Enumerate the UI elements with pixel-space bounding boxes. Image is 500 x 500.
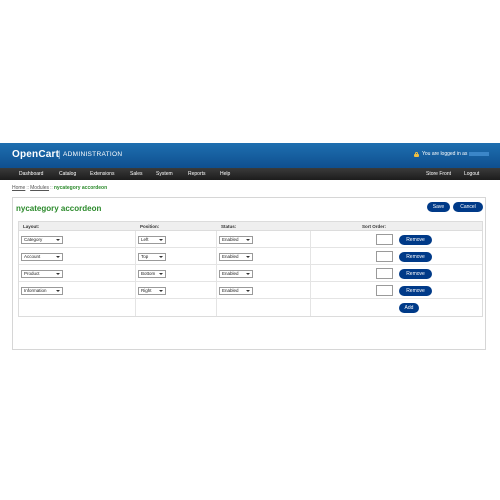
remove-button[interactable]: Remove — [399, 252, 432, 262]
sort-order-input[interactable] — [376, 234, 393, 245]
main-menu: Dashboard Catalog Extensions Sales Syste… — [0, 168, 500, 180]
position-select[interactable]: Right — [138, 287, 166, 295]
chevron-down-icon — [159, 239, 163, 241]
breadcrumb-home[interactable]: Home — [12, 185, 25, 191]
remove-button[interactable]: Remove — [399, 286, 432, 296]
breadcrumb-modules[interactable]: Modules — [30, 185, 49, 191]
position-select[interactable]: Bottom — [138, 270, 166, 278]
save-button[interactable]: Save — [427, 202, 450, 212]
status-select[interactable]: Enabled — [219, 287, 253, 295]
chevron-down-icon — [56, 273, 60, 275]
layout-select[interactable]: Account — [21, 253, 63, 261]
chevron-down-icon — [56, 290, 60, 292]
status-select[interactable]: Enabled — [219, 236, 253, 244]
table-row: Information Right Enabled Remove — [19, 282, 482, 299]
layout-select[interactable]: Category — [21, 236, 63, 244]
status-select[interactable]: Enabled — [219, 253, 253, 261]
chevron-down-icon — [159, 256, 163, 258]
chevron-down-icon — [56, 239, 60, 241]
menu-item-catalog[interactable]: Catalog — [59, 171, 76, 177]
admin-header: OpenCart | ADMINISTRATION You are logged… — [0, 143, 500, 168]
chevron-down-icon — [56, 256, 60, 258]
header-position: Position: — [140, 224, 160, 229]
table-header: Layout: Position: Status: Sort Order: — [19, 222, 482, 231]
chevron-down-icon — [159, 290, 163, 292]
lock-icon — [414, 151, 419, 157]
breadcrumb-current[interactable]: nycategory accordeon — [54, 185, 107, 191]
administration-label: ADMINISTRATION — [63, 151, 123, 158]
module-table: Layout: Position: Status: Sort Order: Ca… — [18, 221, 483, 317]
table-row: Account Top Enabled Remove — [19, 248, 482, 265]
cancel-button[interactable]: Cancel — [453, 202, 483, 212]
menu-item-help[interactable]: Help — [220, 171, 230, 177]
sort-order-input[interactable] — [376, 251, 393, 262]
menu-item-sales[interactable]: Sales — [130, 171, 143, 177]
add-module-button[interactable]: Add — [399, 303, 419, 313]
chevron-down-icon — [159, 273, 163, 275]
logo-separator: | — [58, 149, 61, 159]
menu-item-reports[interactable]: Reports — [188, 171, 206, 177]
breadcrumb: Home::Modules::nycategory accordeon — [12, 185, 107, 191]
breadcrumb-separator: :: — [50, 185, 53, 191]
position-select[interactable]: Left — [138, 236, 166, 244]
table-row: Product Bottom Enabled Remove — [19, 265, 482, 282]
breadcrumb-separator: :: — [26, 185, 30, 191]
module-box: nycategory accordeon Save Cancel Layout:… — [12, 197, 486, 350]
menu-item-store-front[interactable]: Store Front — [426, 171, 451, 177]
menu-item-system[interactable]: System — [156, 171, 173, 177]
logged-in-status: You are logged in as — [414, 151, 490, 157]
chevron-down-icon — [246, 290, 250, 292]
menu-item-logout[interactable]: Logout — [464, 171, 479, 177]
opencart-logo: OpenCart — [12, 149, 60, 160]
remove-button[interactable]: Remove — [399, 235, 432, 245]
logged-in-text: You are logged in as — [422, 151, 468, 157]
chevron-down-icon — [246, 239, 250, 241]
menu-item-extensions[interactable]: Extensions — [90, 171, 114, 177]
chevron-down-icon — [246, 256, 250, 258]
remove-button[interactable]: Remove — [399, 269, 432, 279]
header-sort-order: Sort Order: — [362, 224, 387, 229]
position-select[interactable]: Top — [138, 253, 166, 261]
add-row: Add — [19, 299, 482, 316]
table-row: Category Left Enabled Remove — [19, 231, 482, 248]
page-title: nycategory accordeon — [16, 204, 102, 213]
sort-order-input[interactable] — [376, 285, 393, 296]
header-status: Status: — [221, 224, 237, 229]
layout-select[interactable]: Information — [21, 287, 63, 295]
username-link[interactable] — [469, 152, 490, 156]
menu-item-dashboard[interactable]: Dashboard — [19, 171, 43, 177]
layout-select[interactable]: Product — [21, 270, 63, 278]
chevron-down-icon — [246, 273, 250, 275]
header-layout: Layout: — [23, 224, 40, 229]
status-select[interactable]: Enabled — [219, 270, 253, 278]
sort-order-input[interactable] — [376, 268, 393, 279]
